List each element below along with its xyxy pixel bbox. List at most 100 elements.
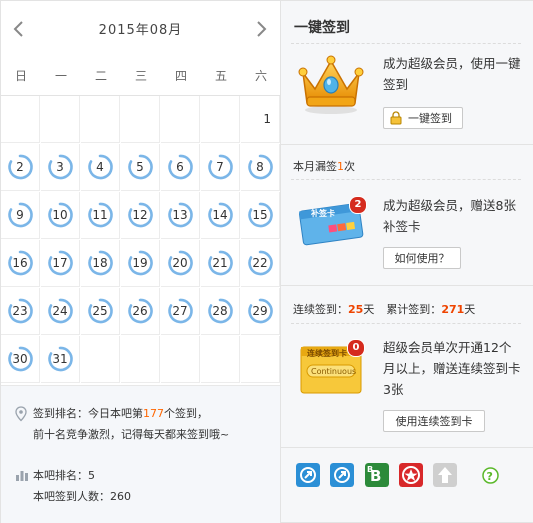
how-to-use-button[interactable]: 如何使用？ xyxy=(383,247,461,269)
day-number: 26 xyxy=(132,304,148,318)
day-number: 4 xyxy=(96,160,104,174)
signed-day[interactable]: 28 xyxy=(201,288,239,334)
signed-day[interactable]: 21 xyxy=(201,240,239,286)
one-click-title: 一键签到 xyxy=(294,20,350,36)
calendar-cell xyxy=(81,96,120,143)
weekday-label: 五 xyxy=(214,69,227,83)
signed-day[interactable]: 19 xyxy=(121,240,159,286)
day-number: 18 xyxy=(92,256,108,270)
calendar-cell: 22 xyxy=(241,240,280,287)
continuous-card-image: 连续签到卡 Continuous 0 xyxy=(297,339,367,399)
streak-row: 连续签到：25天 累计签到：271天 xyxy=(293,301,475,317)
makeup-card-label: 补签卡 xyxy=(311,209,335,218)
divider xyxy=(281,447,533,448)
calendar-cell: 9 xyxy=(1,192,40,239)
weekday-label: 一 xyxy=(54,69,67,83)
signed-day[interactable]: 3 xyxy=(41,144,79,190)
day-number: 1 xyxy=(263,112,271,126)
signed-day[interactable]: 22 xyxy=(241,240,279,286)
calendar-cell xyxy=(161,96,200,143)
signed-day[interactable]: 18 xyxy=(81,240,119,286)
calendar-cell: 7 xyxy=(201,144,240,191)
signed-day[interactable]: 7 xyxy=(201,144,239,190)
signed-day[interactable]: 2 xyxy=(1,144,39,190)
day-number: 27 xyxy=(172,304,188,318)
calendar-cell xyxy=(41,96,80,143)
next-month-icon[interactable] xyxy=(253,19,269,39)
signed-day[interactable]: 12 xyxy=(121,192,159,238)
signed-day[interactable]: 13 xyxy=(161,192,199,238)
signed-day[interactable]: 27 xyxy=(161,288,199,334)
calendar-panel: 2015年08月 日一二三四五六 1 2 3 4 5 6 7 8 9 10 11 12 13 14 15 16… xyxy=(1,1,281,523)
signed-day[interactable]: 23 xyxy=(1,288,39,334)
signed-day[interactable]: 11 xyxy=(81,192,119,238)
day-number: 6 xyxy=(176,160,184,174)
signed-day[interactable]: 25 xyxy=(81,288,119,334)
divider xyxy=(281,285,533,286)
svg-text:B: B xyxy=(367,465,373,474)
signed-day[interactable]: 6 xyxy=(161,144,199,190)
missed-count: 1 xyxy=(337,160,344,173)
signed-day[interactable]: 30 xyxy=(1,336,39,382)
calendar-day[interactable]: 1 xyxy=(241,96,279,142)
day-number: 19 xyxy=(132,256,148,270)
day-number: 29 xyxy=(252,304,268,318)
rank-suffix: 个签到， xyxy=(164,407,208,420)
signed-day[interactable]: 24 xyxy=(41,288,79,334)
divider xyxy=(291,323,521,324)
help-icon[interactable]: ? xyxy=(482,467,499,484)
calendar-cell: 26 xyxy=(121,288,160,335)
bb-icon[interactable]: B B xyxy=(365,463,389,487)
use-continuous-card-button[interactable]: 使用连续签到卡 xyxy=(383,410,485,432)
day-number: 12 xyxy=(132,208,148,222)
calendar-cell xyxy=(201,96,240,143)
signed-day[interactable]: 29 xyxy=(241,288,279,334)
calendar-cell: 29 xyxy=(241,288,280,335)
signed-day[interactable]: 5 xyxy=(121,144,159,190)
calendar-cell: 13 xyxy=(161,192,200,239)
total-value: 271 xyxy=(441,303,465,316)
day-number: 30 xyxy=(12,352,28,366)
calendar-cell: 16 xyxy=(1,240,40,287)
calendar-cell xyxy=(201,336,240,383)
calendar-cell: 12 xyxy=(121,192,160,239)
signed-day[interactable]: 15 xyxy=(241,192,279,238)
signed-day[interactable]: 8 xyxy=(241,144,279,190)
calendar-cell: 21 xyxy=(201,240,240,287)
calendar-cell: 23 xyxy=(1,288,40,335)
sign-icon-1[interactable] xyxy=(296,463,320,487)
day-number: 5 xyxy=(136,160,144,174)
calendar-cell: 28 xyxy=(201,288,240,335)
signed-day[interactable]: 4 xyxy=(81,144,119,190)
signed-day[interactable]: 20 xyxy=(161,240,199,286)
day-number: 24 xyxy=(52,304,68,318)
calendar-cell: 5 xyxy=(121,144,160,191)
calendar-cell: 17 xyxy=(41,240,80,287)
makeup-card-badge: 2 xyxy=(349,196,367,214)
one-click-sign-button[interactable]: 一键签到 xyxy=(383,107,463,129)
up-arrow-icon[interactable] xyxy=(433,463,457,487)
signed-day[interactable]: 14 xyxy=(201,192,239,238)
signed-day[interactable]: 9 xyxy=(1,192,39,238)
total-label: 累计签到： xyxy=(386,303,442,316)
day-number: 11 xyxy=(92,208,108,222)
cont-value: 25 xyxy=(348,303,364,316)
calendar-cell xyxy=(241,336,280,383)
signed-day[interactable]: 10 xyxy=(41,192,79,238)
missed-prefix: 本月漏签 xyxy=(293,160,337,173)
calendar-cell: 14 xyxy=(201,192,240,239)
calendar-cell: 31 xyxy=(41,336,80,383)
signed-day[interactable]: 16 xyxy=(1,240,39,286)
day-number: 20 xyxy=(172,256,188,270)
day-number: 28 xyxy=(212,304,228,318)
day-number: 15 xyxy=(252,208,268,222)
calendar-cell: 10 xyxy=(41,192,80,239)
day-number: 8 xyxy=(256,160,264,174)
bar-count-text: 本吧签到人数：260 xyxy=(33,490,131,503)
signed-day[interactable]: 31 xyxy=(41,336,79,382)
sign-icon-2[interactable] xyxy=(330,463,354,487)
signed-day[interactable]: 26 xyxy=(121,288,159,334)
signed-day[interactable]: 17 xyxy=(41,240,79,286)
cont-unit: 天 xyxy=(363,303,375,316)
star-badge-icon[interactable] xyxy=(399,463,423,487)
